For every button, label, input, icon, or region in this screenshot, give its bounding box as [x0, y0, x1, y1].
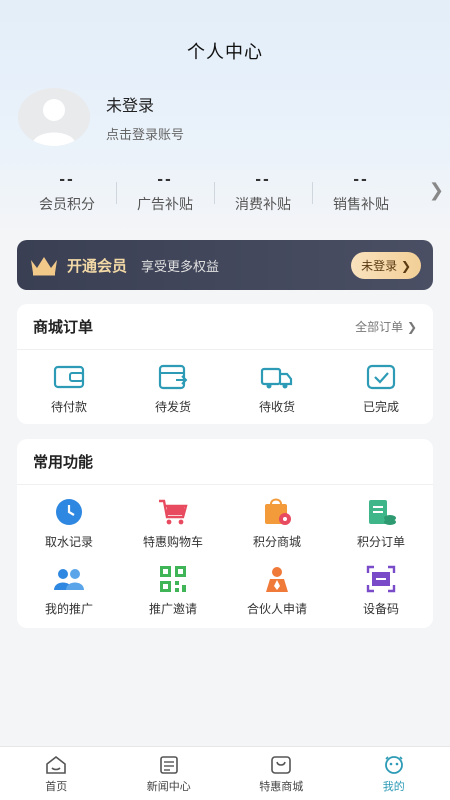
done-icon	[366, 364, 396, 390]
profile-name[interactable]: 未登录	[106, 92, 184, 116]
stats-row: -- 会员积分 -- 广告补贴 -- 消费补贴 -- 销售补贴 ❯	[18, 172, 444, 214]
vip-banner[interactable]: 开通会员 享受更多权益 未登录 ❯	[17, 240, 433, 290]
cart-icon	[159, 499, 188, 525]
order-completed[interactable]: 已完成	[329, 362, 433, 415]
shop-bag-icon	[265, 498, 291, 525]
all-orders-link[interactable]: 全部订单 ❯	[355, 318, 417, 335]
vip-subtitle: 享受更多权益	[141, 259, 220, 275]
func-invite[interactable]: 推广邀请	[121, 564, 225, 617]
stat-label: 广告补贴	[137, 197, 193, 213]
home-icon	[46, 755, 67, 774]
profile-section[interactable]: 未登录 点击登录账号	[18, 88, 184, 146]
vip-title: 开通会员	[67, 256, 128, 275]
function-label: 我的推广	[44, 602, 93, 616]
functions-title: 常用功能	[33, 453, 94, 471]
order-pending-payment[interactable]: 待付款	[17, 362, 121, 415]
func-device-code[interactable]: 设备码	[329, 564, 433, 617]
bottom-tabbar: 首页 新闻中心 特惠商城 我的	[0, 746, 450, 800]
orders-card: 商城订单 全部订单 ❯ 待付款 待发货 待收货 已完成	[17, 304, 433, 424]
default-avatar-icon	[32, 99, 76, 146]
scan-icon	[366, 565, 396, 593]
me-icon	[384, 756, 403, 774]
function-label: 推广邀请	[148, 602, 197, 616]
order-coins-icon	[369, 500, 396, 525]
stat-sales-subsidy[interactable]: -- 销售补贴	[312, 172, 410, 214]
order-label: 待付款	[50, 400, 87, 414]
order-label: 待收货	[258, 400, 295, 414]
orders-title: 商城订单	[33, 318, 94, 336]
function-label: 特惠购物车	[142, 535, 203, 549]
stat-label: 消费补贴	[235, 197, 291, 213]
function-label: 合伙人申请	[246, 602, 307, 616]
func-cart[interactable]: 特惠购物车	[121, 497, 225, 550]
crown-icon	[31, 257, 57, 276]
stat-value: --	[157, 172, 173, 188]
news-icon	[159, 756, 178, 774]
function-label: 取水记录	[44, 535, 93, 549]
func-water-record[interactable]: 取水记录	[17, 497, 121, 550]
order-pending-ship[interactable]: 待发货	[121, 362, 225, 415]
stat-value: --	[59, 172, 75, 188]
users-icon	[54, 569, 84, 590]
func-my-promotion[interactable]: 我的推广	[17, 564, 121, 617]
tab-label: 我的	[382, 780, 405, 793]
page-title: 个人中心	[187, 42, 263, 63]
ship-box-icon	[158, 364, 188, 390]
function-label: 积分订单	[356, 535, 405, 549]
order-label: 待发货	[154, 400, 191, 414]
mall-icon	[271, 756, 292, 774]
func-points-mall[interactable]: 积分商城	[225, 497, 329, 550]
stat-ad-subsidy[interactable]: -- 广告补贴	[116, 172, 214, 214]
stat-label: 会员积分	[39, 197, 95, 213]
qrcode-icon	[160, 566, 186, 592]
partner-icon	[266, 567, 288, 592]
chevron-right-icon[interactable]: ❯	[429, 180, 444, 201]
truck-icon	[260, 367, 293, 389]
function-label: 积分商城	[252, 535, 301, 549]
tab-me[interactable]: 我的	[338, 747, 450, 800]
function-label: 设备码	[362, 602, 399, 616]
stat-consume-subsidy[interactable]: -- 消费补贴	[214, 172, 312, 214]
vip-login-button[interactable]: 未登录 ❯	[351, 251, 421, 279]
stat-value: --	[255, 172, 271, 188]
stat-member-points[interactable]: -- 会员积分	[18, 172, 116, 214]
order-label: 已完成	[362, 400, 399, 414]
login-prompt[interactable]: 点击登录账号	[106, 124, 184, 143]
tab-label: 新闻中心	[146, 780, 191, 793]
tab-mall[interactable]: 特惠商城	[225, 747, 338, 800]
tab-label: 首页	[45, 780, 68, 793]
tab-label: 特惠商城	[259, 780, 304, 793]
tab-news[interactable]: 新闻中心	[113, 747, 226, 800]
tab-home[interactable]: 首页	[0, 747, 113, 800]
func-points-order[interactable]: 积分订单	[329, 497, 433, 550]
order-pending-receive[interactable]: 待收货	[225, 362, 329, 415]
avatar[interactable]	[18, 88, 90, 146]
clock-icon	[56, 499, 82, 525]
stat-label: 销售补贴	[333, 197, 389, 213]
wallet-icon	[53, 365, 85, 389]
functions-card: 常用功能 取水记录 特惠购物车 积分商城 积分订单 我的推广 推广邀请 合伙人申…	[17, 439, 433, 628]
func-partner-apply[interactable]: 合伙人申请	[225, 564, 329, 617]
stat-value: --	[353, 172, 369, 188]
